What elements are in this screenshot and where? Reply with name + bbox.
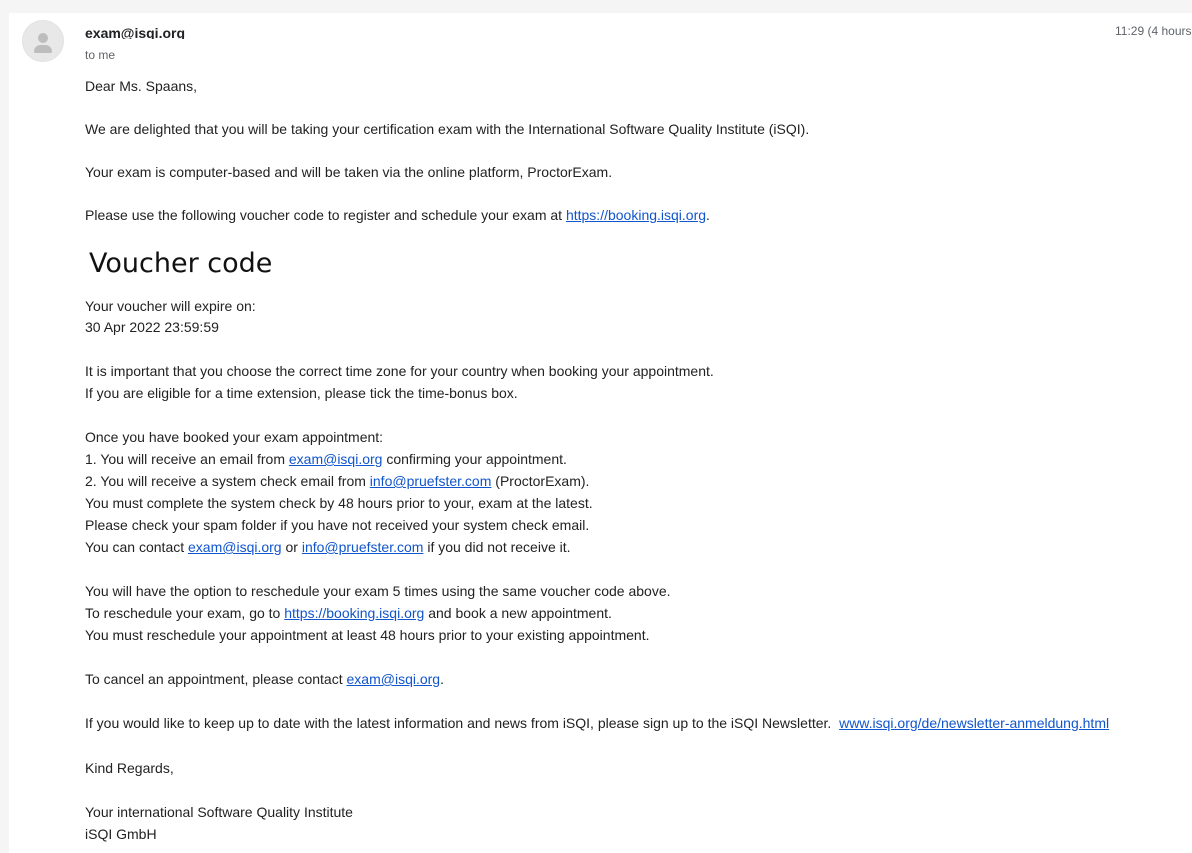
step-2-text: 2. You will receive a system check email… bbox=[85, 473, 370, 489]
booking-link[interactable]: https://booking.isqi.org bbox=[566, 207, 706, 223]
timezone-note: It is important that you choose the corr… bbox=[85, 363, 714, 379]
cancel-text-end: . bbox=[440, 671, 444, 687]
newsletter-line: If you would like to keep up to date wit… bbox=[85, 714, 1109, 733]
register-paragraph: Please use the following voucher code to… bbox=[85, 206, 710, 225]
contact-line: You can contact exam@isqi.org or info@pr… bbox=[85, 538, 571, 557]
person-icon bbox=[38, 33, 48, 43]
platform-paragraph: Your exam is computer-based and will be … bbox=[85, 164, 613, 180]
reschedule-how: To reschedule your exam, go to https://b… bbox=[85, 604, 612, 623]
signature-org: Your international Software Quality Inst… bbox=[85, 804, 353, 820]
exam-email-link[interactable]: exam@isqi.org bbox=[347, 671, 441, 687]
register-text: Please use the following voucher code to… bbox=[85, 207, 566, 223]
greeting: Dear Ms. Spaans, bbox=[85, 78, 198, 94]
reschedule-text-end: and book a new appointment. bbox=[424, 605, 612, 621]
contact-text-end: if you did not receive it. bbox=[423, 539, 571, 555]
spam-note: Please check your spam folder if you hav… bbox=[85, 517, 590, 533]
booking-link[interactable]: https://booking.isqi.org bbox=[284, 605, 424, 621]
reschedule-text: To reschedule your exam, go to bbox=[85, 605, 285, 621]
intro-paragraph: We are delighted that you will be taking… bbox=[85, 121, 810, 137]
newsletter-link[interactable]: www.isqi.org/de/newsletter-anmeldung.htm… bbox=[839, 715, 1109, 731]
cancel-line: To cancel an appointment, please contact… bbox=[85, 670, 444, 689]
person-icon-body bbox=[34, 45, 52, 53]
contact-text-mid: or bbox=[281, 539, 302, 555]
step-2-text-end: (ProctorExam). bbox=[491, 473, 590, 489]
step-2: 2. You will receive a system check email… bbox=[85, 472, 589, 491]
pruefster-email-link[interactable]: info@pruefster.com bbox=[370, 473, 492, 489]
expire-date: 30 Apr 2022 23:59:59 bbox=[85, 319, 219, 335]
step-1-text: 1. You will receive an email from bbox=[85, 451, 289, 467]
sender-avatar[interactable] bbox=[22, 20, 64, 62]
cancel-text: To cancel an appointment, please contact bbox=[85, 671, 347, 687]
step-1: 1. You will receive an email from exam@i… bbox=[85, 450, 567, 469]
exam-email-link[interactable]: exam@isqi.org bbox=[289, 451, 383, 467]
contact-text: You can contact bbox=[85, 539, 189, 555]
reschedule-option: You will have the option to reschedule y… bbox=[85, 583, 671, 599]
exam-email-link[interactable]: exam@isqi.org bbox=[188, 539, 282, 555]
booked-intro: Once you have booked your exam appointme… bbox=[85, 429, 384, 445]
signature-company: iSQI GmbH bbox=[85, 826, 157, 842]
email-message: exam@isqi.org to me 11:29 (4 hours ago) … bbox=[9, 13, 1192, 853]
step-1-text-end: confirming your appointment. bbox=[382, 451, 567, 467]
time-bonus-note: If you are eligible for a time extension… bbox=[85, 385, 518, 401]
register-text-end: . bbox=[706, 207, 710, 223]
voucher-heading: Voucher code bbox=[89, 248, 273, 279]
pruefster-email-link[interactable]: info@pruefster.com bbox=[302, 539, 424, 555]
expire-label: Your voucher will expire on: bbox=[85, 298, 256, 314]
system-check-note: You must complete the system check by 48… bbox=[85, 495, 593, 511]
message-timestamp: 11:29 (4 hours ago) bbox=[1115, 24, 1192, 38]
closing: Kind Regards, bbox=[85, 760, 174, 776]
reschedule-deadline: You must reschedule your appointment at … bbox=[85, 627, 650, 643]
recipient-line[interactable]: to me bbox=[85, 47, 115, 63]
sender-name[interactable]: exam@isqi.org bbox=[85, 23, 185, 39]
newsletter-text: If you would like to keep up to date wit… bbox=[85, 715, 840, 731]
